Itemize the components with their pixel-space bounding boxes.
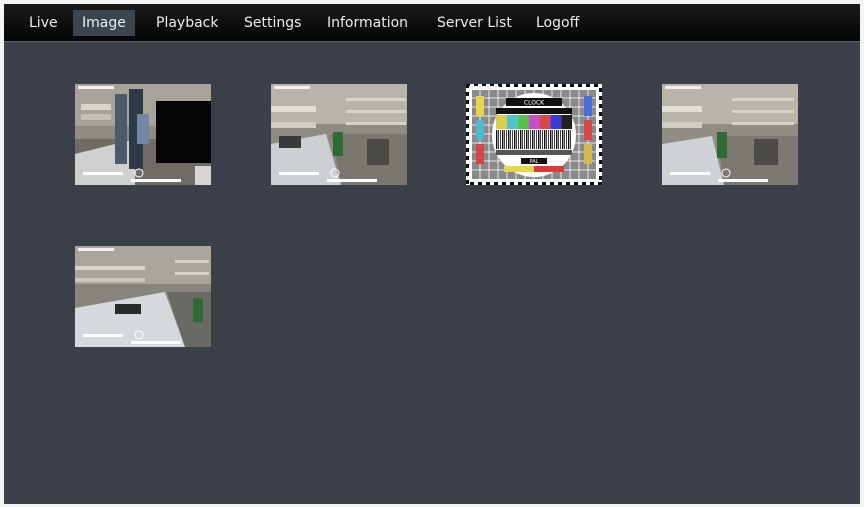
test-pattern-top-label: CLOCK: [524, 100, 545, 107]
nav-item-logoff[interactable]: Logoff: [527, 10, 588, 36]
snapshot-thumbnail[interactable]: [271, 84, 407, 185]
camera-snapshot-image: [662, 84, 798, 185]
nav-item-playback[interactable]: Playback: [147, 10, 227, 36]
nav-item-information[interactable]: Information: [318, 10, 417, 36]
app-window: Live Image Playback Settings Information…: [4, 4, 860, 504]
snapshot-thumbnail[interactable]: [662, 84, 798, 185]
snapshot-thumbnail[interactable]: [75, 246, 211, 347]
camera-snapshot-image: [75, 246, 211, 347]
nav-item-server-list[interactable]: Server List: [428, 10, 521, 36]
snapshot-thumbnail[interactable]: [75, 84, 211, 185]
camera-snapshot-image: [75, 84, 211, 185]
nav-item-settings[interactable]: Settings: [235, 10, 310, 36]
camera-snapshot-image: [271, 84, 407, 185]
test-pattern-image: CLOCK PAL: [466, 84, 602, 185]
snapshot-thumbnail[interactable]: CLOCK PAL: [466, 84, 602, 185]
test-pattern-bottom-label: PAL: [530, 159, 539, 165]
nav-item-live[interactable]: Live: [20, 10, 67, 36]
nav-item-image[interactable]: Image: [73, 10, 135, 36]
top-nav-bar: Live Image Playback Settings Information…: [4, 4, 860, 42]
